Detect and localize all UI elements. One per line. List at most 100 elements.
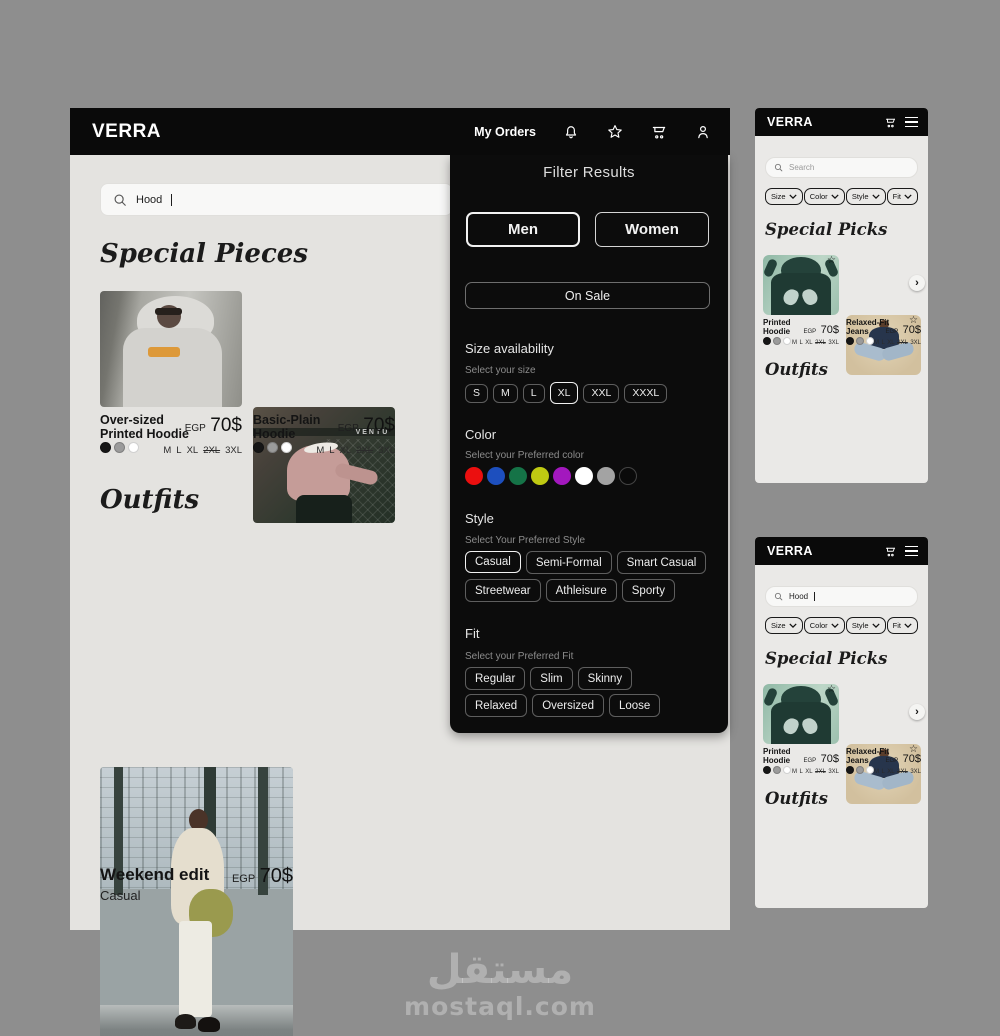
size-option[interactable]: M — [792, 769, 797, 775]
color-swatch-black[interactable] — [619, 467, 637, 485]
size-option-unavailable[interactable]: 2XL — [815, 340, 826, 346]
style-chip[interactable]: Athleisure — [545, 579, 617, 602]
menu-icon[interactable] — [905, 545, 918, 557]
size-option[interactable]: L — [799, 769, 802, 775]
color-dot[interactable] — [773, 337, 781, 345]
product-image-oversized-printed-hoodie[interactable] — [100, 291, 242, 407]
size-chip[interactable]: L — [522, 383, 545, 403]
fit-chip[interactable]: Relaxed — [465, 694, 528, 717]
on-sale-button[interactable]: On Sale — [465, 282, 710, 309]
filter-chip-color[interactable]: Color — [803, 617, 845, 634]
size-option[interactable]: M — [874, 340, 879, 346]
account-icon[interactable] — [694, 123, 712, 141]
size-option[interactable]: 3XL — [378, 445, 395, 456]
color-dot[interactable] — [866, 337, 874, 345]
size-option[interactable]: XL — [805, 340, 812, 346]
size-chip[interactable]: M — [493, 383, 518, 403]
color-dot[interactable] — [763, 337, 771, 345]
size-option[interactable]: XL — [187, 445, 199, 456]
color-dot[interactable] — [846, 766, 854, 774]
color-dot[interactable] — [866, 766, 874, 774]
size-option[interactable]: 3XL — [910, 340, 921, 346]
color-dot[interactable] — [846, 337, 854, 345]
cart-icon[interactable] — [884, 116, 897, 129]
size-option[interactable]: M — [316, 445, 324, 456]
size-option[interactable]: L — [329, 445, 334, 456]
color-dot[interactable] — [856, 766, 864, 774]
fit-chip[interactable]: Skinny — [577, 667, 633, 690]
size-chip[interactable]: XXL — [583, 383, 620, 403]
carousel-next-button[interactable]: › — [909, 275, 925, 291]
color-swatch-gray[interactable] — [597, 467, 615, 485]
favorite-star-icon[interactable]: ☆ — [909, 316, 918, 326]
size-option[interactable]: L — [799, 340, 802, 346]
size-option[interactable]: XL — [340, 445, 352, 456]
favorite-star-icon[interactable]: ☆ — [827, 685, 836, 695]
size-option[interactable]: XL — [887, 340, 894, 346]
fit-chip[interactable]: Oversized — [532, 694, 604, 717]
color-swatch-purple[interactable] — [553, 467, 571, 485]
size-option[interactable]: L — [881, 340, 884, 346]
size-option[interactable]: L — [881, 769, 884, 775]
size-option-unavailable[interactable]: 2XL — [897, 769, 908, 775]
favorite-star-icon[interactable]: ☆ — [909, 745, 918, 755]
size-option-unavailable[interactable]: 2XL — [897, 340, 908, 346]
color-dot[interactable] — [763, 766, 771, 774]
color-swatch-green[interactable] — [509, 467, 527, 485]
color-swatch-blue[interactable] — [487, 467, 505, 485]
favorites-star-icon[interactable] — [606, 123, 624, 141]
color-dot[interactable] — [783, 337, 791, 345]
filter-chip-size[interactable]: Size — [765, 617, 803, 634]
fit-chip[interactable]: Loose — [608, 694, 661, 717]
search-input[interactable]: Search — [765, 157, 918, 178]
carousel-next-button[interactable]: › — [909, 704, 925, 720]
size-option[interactable]: M — [163, 445, 171, 456]
size-chip[interactable]: S — [465, 383, 489, 403]
color-swatch-red[interactable] — [465, 467, 483, 485]
fit-chip[interactable]: Slim — [530, 667, 573, 690]
filter-chip-fit[interactable]: Fit — [886, 188, 918, 205]
menu-icon[interactable] — [905, 116, 918, 128]
cart-icon[interactable] — [884, 545, 897, 558]
style-chip[interactable]: Sporty — [621, 579, 675, 602]
filter-chip-color[interactable]: Color — [803, 188, 845, 205]
cart-icon[interactable] — [650, 123, 668, 141]
filter-chip-style[interactable]: Style — [845, 617, 886, 634]
fit-chip[interactable]: Regular — [465, 667, 526, 690]
style-chip-selected[interactable]: Casual — [465, 551, 521, 573]
size-option[interactable]: L — [176, 445, 181, 456]
size-chip[interactable]: XXXL — [624, 383, 668, 403]
color-dot[interactable] — [281, 442, 292, 453]
color-swatch-lime[interactable] — [531, 467, 549, 485]
size-option[interactable]: 3XL — [910, 769, 921, 775]
search-input[interactable]: Hood — [100, 183, 453, 216]
size-option-unavailable[interactable]: 2XL — [815, 769, 826, 775]
style-chip[interactable]: Semi-Formal — [525, 551, 612, 574]
search-input[interactable]: Hood — [765, 586, 918, 607]
gender-men-button[interactable]: Men — [466, 212, 580, 247]
filter-chip-style[interactable]: Style — [845, 188, 886, 205]
color-dot[interactable] — [114, 442, 125, 453]
color-dot[interactable] — [856, 337, 864, 345]
size-chip-selected[interactable]: XL — [549, 382, 579, 404]
bell-icon[interactable] — [562, 123, 580, 141]
my-orders-link[interactable]: My Orders — [474, 125, 536, 139]
size-option[interactable]: XL — [805, 769, 812, 775]
size-option-unavailable[interactable]: 2XL — [356, 445, 373, 456]
filter-chip-fit[interactable]: Fit — [886, 617, 918, 634]
color-dot[interactable] — [783, 766, 791, 774]
size-option[interactable]: XL — [887, 769, 894, 775]
product-image-printed-hoodie[interactable]: ☆ — [763, 255, 839, 315]
style-chip[interactable]: Smart Casual — [616, 551, 707, 574]
size-option[interactable]: M — [874, 769, 879, 775]
favorite-star-icon[interactable]: ☆ — [827, 256, 836, 266]
size-option[interactable]: 3XL — [828, 340, 839, 346]
size-option[interactable]: M — [792, 340, 797, 346]
size-option[interactable]: 3XL — [828, 769, 839, 775]
filter-chip-size[interactable]: Size — [765, 188, 803, 205]
size-option[interactable]: 3XL — [225, 445, 242, 456]
color-dot[interactable] — [773, 766, 781, 774]
gender-women-button[interactable]: Women — [595, 212, 709, 247]
color-swatch-white[interactable] — [575, 467, 593, 485]
color-dot[interactable] — [128, 442, 139, 453]
